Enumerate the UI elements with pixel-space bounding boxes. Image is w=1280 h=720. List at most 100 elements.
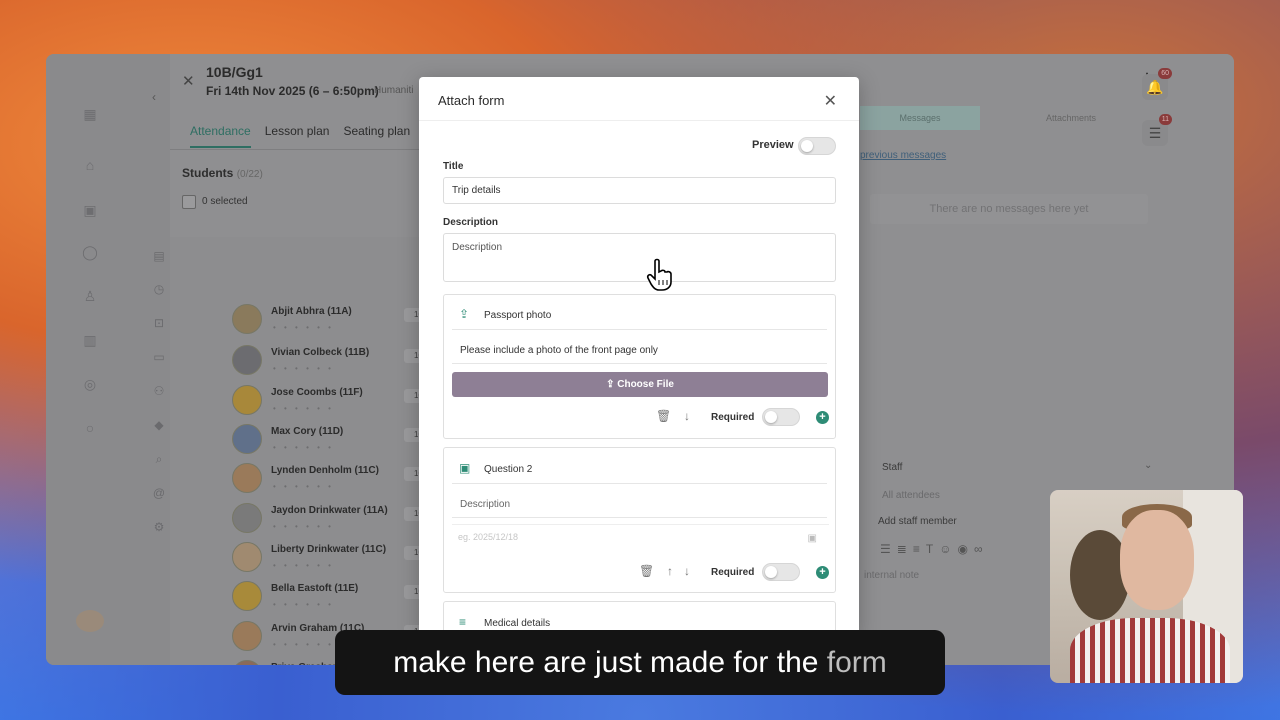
tasks-icon[interactable]: ☰ 11 xyxy=(1142,114,1172,146)
home-icon[interactable]: ⌂ xyxy=(82,157,98,173)
attendance-dots[interactable]: • • • • • • xyxy=(273,443,334,452)
attendance-dots[interactable]: • • • • • • xyxy=(273,561,334,570)
laptop-icon[interactable]: ▭ xyxy=(152,350,166,364)
chat-icon[interactable]: ◯ xyxy=(82,244,98,260)
gear-icon[interactable]: ⚙ xyxy=(152,520,166,534)
tab-seating-plan[interactable]: Seating plan xyxy=(343,124,410,148)
arrow-down-icon[interactable]: ↓ xyxy=(684,409,690,423)
search-icon[interactable]: ⌕ xyxy=(152,452,166,466)
webcam-overlay xyxy=(1050,490,1243,683)
search-circle-icon[interactable]: ○ xyxy=(82,420,98,436)
question-description[interactable]: Description xyxy=(460,499,510,510)
camera-icon[interactable]: ◎ xyxy=(82,376,98,392)
arrow-down-icon[interactable]: ↓ xyxy=(684,564,690,578)
at-icon[interactable]: @ xyxy=(152,486,166,500)
question-title[interactable]: Medical details xyxy=(484,618,550,629)
avatar xyxy=(232,345,262,375)
date-input[interactable]: eg. 2025/12/18 ▣ xyxy=(452,524,829,550)
upload-icon: ⇪ xyxy=(459,307,470,321)
avatar xyxy=(232,385,262,415)
arrow-up-icon[interactable]: ↑ xyxy=(667,564,673,578)
calendar-icon[interactable]: ▣ xyxy=(808,533,817,544)
attendance-dots[interactable]: • • • • • • xyxy=(273,364,334,373)
tab-divider xyxy=(170,149,420,150)
add-question-icon[interactable]: + xyxy=(816,411,829,424)
text-size-icon[interactable]: T xyxy=(926,542,939,556)
lesson-datetime: Fri 14th Nov 2025 (6 – 6:50pm) xyxy=(206,84,379,98)
align-icon[interactable]: ≡ xyxy=(913,542,926,556)
tab-messages[interactable]: Messages xyxy=(860,106,980,130)
tab-attachments[interactable]: Attachments xyxy=(986,106,1156,130)
description-label: Description xyxy=(443,217,499,228)
close-icon[interactable]: ✕ xyxy=(182,72,195,90)
internal-note-placeholder[interactable]: internal note xyxy=(864,570,919,581)
attendance-dots[interactable]: • • • • • • xyxy=(273,600,334,609)
required-toggle[interactable] xyxy=(762,563,800,581)
tasks-badge: 11 xyxy=(1158,114,1172,125)
grid-icon[interactable]: ▦ xyxy=(82,106,98,122)
text-lines-icon: ≡ xyxy=(459,615,467,629)
chart-icon[interactable]: ▥ xyxy=(82,332,98,348)
bell-badge: 60 xyxy=(1158,68,1172,79)
emoji-icon[interactable]: ☺ xyxy=(939,542,957,556)
student-name: Max Cory (11D) xyxy=(271,426,344,437)
class-title: 10B/Gg1 xyxy=(206,64,263,80)
avatar xyxy=(232,424,262,454)
title-input[interactable]: Trip details xyxy=(443,177,836,204)
question-title[interactable]: Passport photo xyxy=(484,310,551,321)
attendance-dots[interactable]: • • • • • • xyxy=(273,482,334,491)
close-icon[interactable]: ✕ xyxy=(824,91,837,111)
subject-label: Humaniti xyxy=(374,85,414,96)
student-name: Liberty Drinkwater (11C) xyxy=(271,544,387,555)
selected-count: 0 selected xyxy=(202,196,248,207)
presentation-icon[interactable]: ⊡ xyxy=(152,316,166,330)
add-question-icon[interactable]: + xyxy=(816,566,829,579)
student-name: Bella Eastoft (11E) xyxy=(271,583,359,594)
table-icon[interactable]: ▤ xyxy=(152,249,166,263)
all-attendees-text: All attendees xyxy=(882,490,940,501)
required-toggle[interactable] xyxy=(762,408,800,426)
previous-messages-link[interactable]: previous messages xyxy=(860,150,946,161)
title-label: Title xyxy=(443,161,464,172)
tag-icon[interactable]: ◆ xyxy=(152,418,166,432)
tab-attendance[interactable]: Attendance xyxy=(190,124,251,148)
tab-lesson-plan[interactable]: Lesson plan xyxy=(265,124,330,148)
group-icon[interactable]: ⚇ xyxy=(152,384,166,398)
avatar xyxy=(232,503,262,533)
chevron-left-icon[interactable]: ‹ xyxy=(152,90,156,104)
required-label: Required xyxy=(711,412,755,423)
description-input[interactable]: Description xyxy=(443,233,836,282)
choose-file-button[interactable]: ⇪ Choose File xyxy=(452,372,828,397)
editor-toolbar: ☰≣≡T☺◉∞ xyxy=(880,542,989,556)
trash-icon[interactable]: 🗑 xyxy=(656,409,671,423)
link-icon[interactable]: ∞ xyxy=(974,542,989,556)
bullet-list-icon[interactable]: ☰ xyxy=(880,542,897,556)
staff-label: Staff xyxy=(882,462,903,473)
attendance-dots[interactable]: • • • • • • xyxy=(273,522,334,531)
add-staff-link[interactable]: Add staff member xyxy=(878,516,957,527)
calendar-icon[interactable]: ▣ xyxy=(82,202,98,218)
lesson-tabs: Attendance Lesson plan Seating plan xyxy=(190,124,410,148)
trash-icon[interactable]: 🗑 xyxy=(639,564,654,578)
preview-label: Preview xyxy=(752,139,794,151)
question-title[interactable]: Question 2 xyxy=(484,464,532,475)
student-name: Jose Coombs (11F) xyxy=(271,387,363,398)
bell-icon[interactable]: 🔔 60 xyxy=(1142,68,1172,100)
form-question-card: ⇪ Passport photo Please include a photo … xyxy=(443,294,836,439)
avatar[interactable] xyxy=(76,610,104,632)
avatar xyxy=(232,581,262,611)
palette-icon[interactable]: ◉ xyxy=(957,542,973,556)
chevron-down-icon[interactable]: ⌄ xyxy=(1144,460,1152,471)
avatar xyxy=(232,660,262,665)
clock-icon[interactable]: ◷ xyxy=(152,282,166,296)
preview-toggle[interactable] xyxy=(798,137,836,155)
user-icon[interactable]: ♙ xyxy=(82,288,98,304)
attendance-dots[interactable]: • • • • • • xyxy=(273,404,334,413)
select-all-checkbox[interactable] xyxy=(182,195,196,209)
numbered-list-icon[interactable]: ≣ xyxy=(897,542,913,556)
question-description[interactable]: Please include a photo of the front page… xyxy=(460,345,658,356)
student-name: Lynden Denholm (11C) xyxy=(271,465,379,476)
calendar-icon: ▣ xyxy=(459,461,471,475)
attendance-dots[interactable]: • • • • • • xyxy=(273,640,334,649)
attendance-dots[interactable]: • • • • • • xyxy=(273,323,334,332)
